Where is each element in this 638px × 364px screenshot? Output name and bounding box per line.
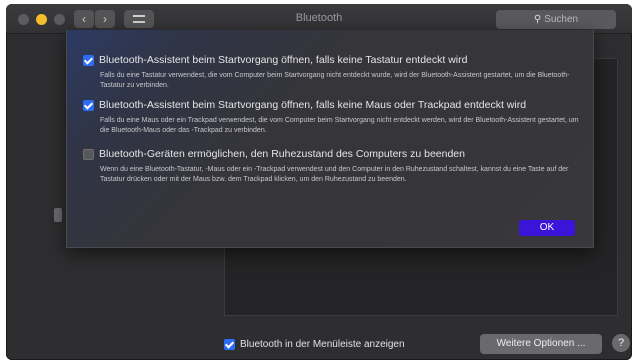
bottom-bar: Bluetooth in der Menüleiste anzeigen Wei… [6, 334, 632, 358]
search-icon: ⚲ [533, 14, 542, 25]
show-in-menubar-checkbox[interactable] [224, 339, 235, 350]
show-in-menubar-label: Bluetooth in der Menüleiste anzeigen [240, 339, 405, 350]
option-label: Bluetooth-Assistent beim Startvorgang öf… [99, 54, 468, 66]
sidebar-handle [54, 208, 62, 222]
wake-computer-checkbox[interactable] [83, 148, 94, 160]
mouse-assistant-checkbox[interactable] [83, 99, 94, 111]
help-button[interactable]: ? [612, 334, 630, 352]
option-description: Falls du eine Tastatur verwendest, die v… [100, 72, 570, 89]
advanced-options-sheet: Bluetooth-Assistent beim Startvorgang öf… [66, 30, 594, 248]
option-wake-computer: Bluetooth-Geräten ermöglichen, den Ruhez… [83, 148, 583, 185]
preferences-window: ‹ › Bluetooth ⚲ Suchen Bluetooth-Assisten… [6, 4, 632, 360]
option-label: Bluetooth-Assistent beim Startvorgang öf… [99, 99, 527, 111]
more-options-button[interactable]: Weitere Optionen ... [480, 334, 602, 354]
option-description: Wenn du eine Bluetooth-Tastatur, -Maus o… [100, 166, 569, 183]
keyboard-assistant-checkbox[interactable] [83, 54, 94, 66]
option-label: Bluetooth-Geräten ermöglichen, den Ruhez… [99, 148, 465, 160]
search-placeholder: Suchen [544, 14, 579, 25]
option-mouse-assistant: Bluetooth-Assistent beim Startvorgang öf… [83, 99, 583, 136]
show-in-menubar-option: Bluetooth in der Menüleiste anzeigen [224, 339, 405, 350]
search-field[interactable]: ⚲ Suchen [496, 10, 616, 29]
option-keyboard-assistant: Bluetooth-Assistent beim Startvorgang öf… [83, 54, 583, 91]
option-description: Falls du eine Maus oder ein Trackpad ver… [100, 117, 579, 134]
ok-button[interactable]: OK [519, 220, 575, 236]
